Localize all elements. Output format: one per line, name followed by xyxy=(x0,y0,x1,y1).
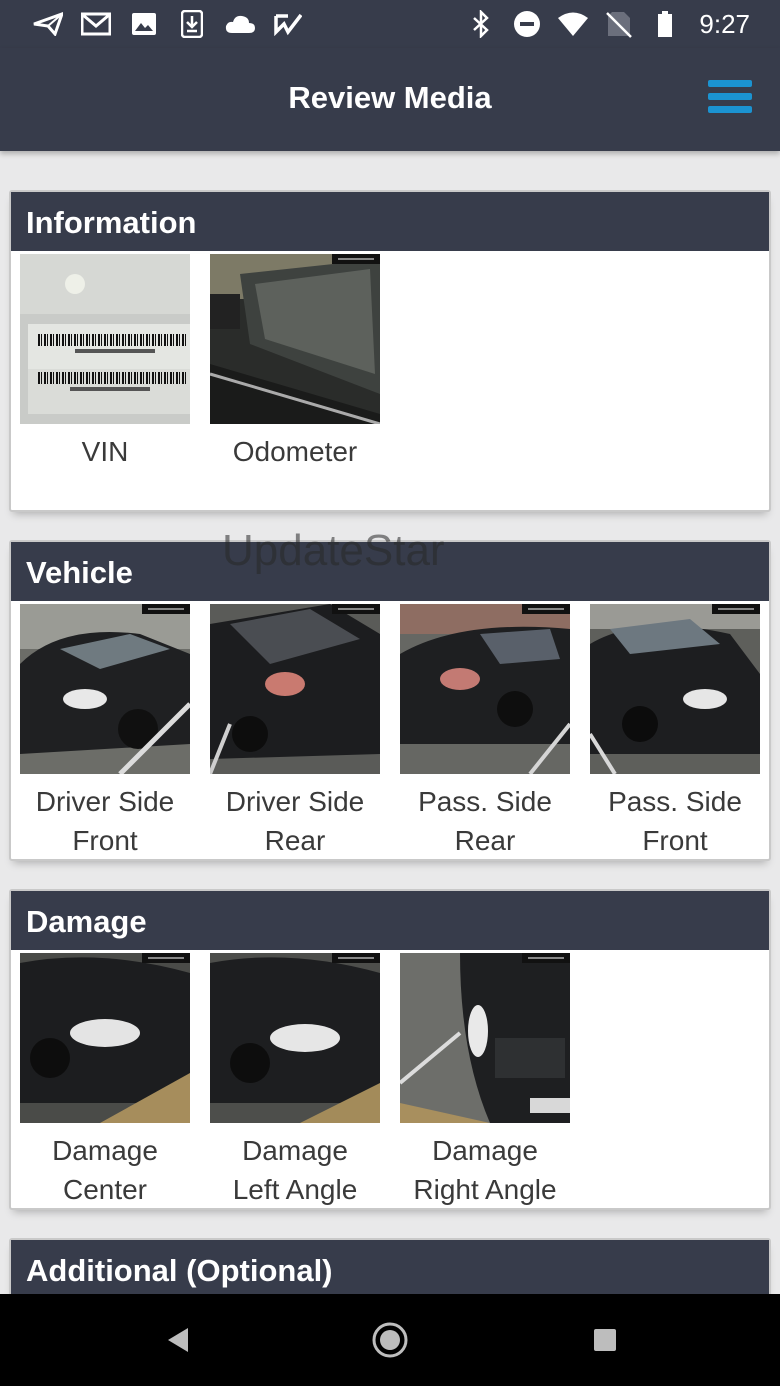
media-label: Driver Side Front xyxy=(35,786,175,856)
home-icon[interactable] xyxy=(370,1320,410,1360)
bluetooth-icon xyxy=(465,8,497,40)
damage-left-photo xyxy=(210,953,380,1123)
recents-icon[interactable] xyxy=(585,1320,625,1360)
car-driver-front-photo xyxy=(20,604,190,774)
image-icon xyxy=(128,8,160,40)
back-icon[interactable] xyxy=(160,1320,200,1360)
cloud-icon xyxy=(224,8,256,40)
section-title: Damage xyxy=(11,891,769,950)
media-label: Damage Left Angle xyxy=(232,1135,358,1205)
battery-icon xyxy=(649,8,681,40)
app-screen: 9:27 Review Media Information VIN Odomet… xyxy=(0,0,780,1386)
wifi-icon xyxy=(557,8,589,40)
media-tile-damage-right-angle[interactable]: Damage Right Angle xyxy=(400,953,570,1209)
section-additional: Additional (Optional) xyxy=(9,1238,771,1294)
clock-time: 9:27 xyxy=(699,8,750,39)
media-label: VIN xyxy=(81,436,129,467)
media-label: Odometer xyxy=(232,436,358,467)
media-label: Damage Center xyxy=(52,1135,158,1205)
media-tile-driver-side-rear[interactable]: Driver Side Rear xyxy=(210,604,380,860)
section-title: Additional (Optional) xyxy=(11,1240,769,1294)
media-label: Driver Side Rear xyxy=(225,786,365,856)
app-bar: Review Media xyxy=(0,48,780,151)
hamburger-menu-icon[interactable] xyxy=(708,80,752,118)
media-tile-odometer[interactable]: Odometer xyxy=(210,254,380,471)
section-damage: Damage Damage Center Damage Left Angle D… xyxy=(9,889,771,1210)
car-driver-rear-photo xyxy=(210,604,380,774)
media-tile-damage-left-angle[interactable]: Damage Left Angle xyxy=(210,953,380,1209)
section-information: Information VIN Odometer xyxy=(9,190,771,512)
no-sim-icon xyxy=(603,8,635,40)
notification-icons xyxy=(32,8,304,40)
media-tile-damage-center[interactable]: Damage Center xyxy=(20,953,190,1209)
page-title: Review Media xyxy=(288,80,492,115)
media-tile-pass-side-rear[interactable]: Pass. Side Rear xyxy=(400,604,570,860)
section-title: Vehicle xyxy=(11,542,769,601)
media-label: Damage Right Angle xyxy=(413,1135,557,1205)
do-not-disturb-icon xyxy=(511,8,543,40)
car-pass-front-photo xyxy=(590,604,760,774)
system-nav-bar xyxy=(0,1294,780,1386)
media-tile-driver-side-front[interactable]: Driver Side Front xyxy=(20,604,190,860)
media-label: Pass. Side Front xyxy=(608,786,742,856)
status-bar: 9:27 xyxy=(0,0,780,48)
check-icon xyxy=(272,8,304,40)
media-tile-pass-side-front[interactable]: Pass. Side Front xyxy=(590,604,760,860)
vin-barcode-photo xyxy=(20,254,190,424)
media-tile-vin[interactable]: VIN xyxy=(20,254,190,471)
odometer-photo xyxy=(210,254,380,424)
media-list[interactable]: Information VIN Odometer Vehicle Driver … xyxy=(0,151,780,1294)
send-icon xyxy=(32,8,64,40)
car-pass-rear-photo xyxy=(400,604,570,774)
damage-center-photo xyxy=(20,953,190,1123)
download-icon xyxy=(176,8,208,40)
gmail-icon xyxy=(80,8,112,40)
section-title: Information xyxy=(11,192,769,251)
media-label: Pass. Side Rear xyxy=(418,786,552,856)
damage-right-photo xyxy=(400,953,570,1123)
section-vehicle: Vehicle Driver Side Front Driver Side Re… xyxy=(9,540,771,861)
system-icons: 9:27 xyxy=(465,8,750,40)
